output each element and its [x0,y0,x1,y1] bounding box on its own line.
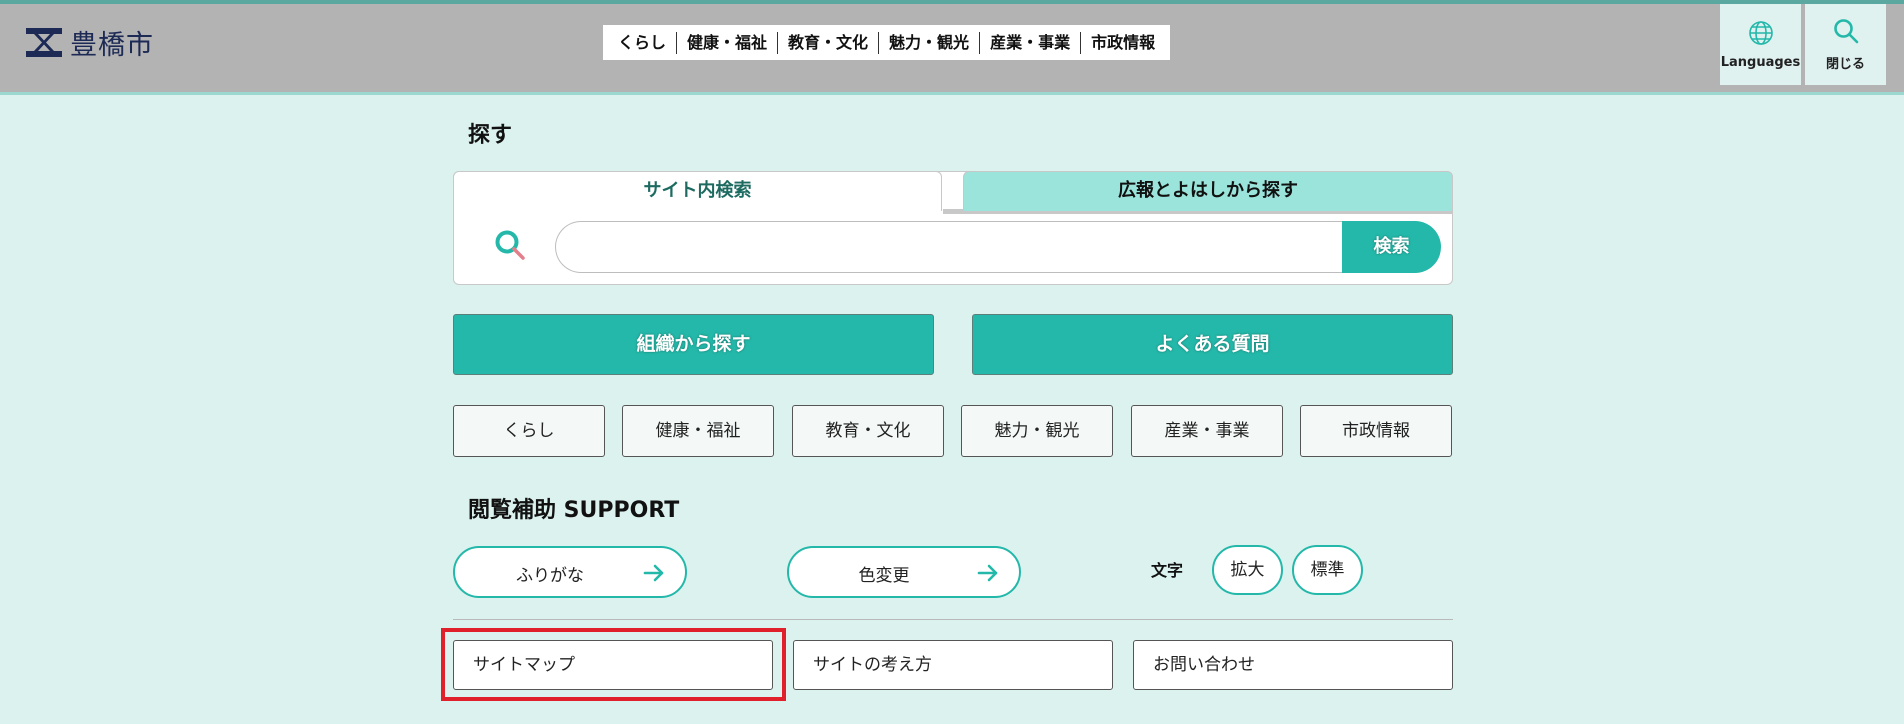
nav-item-kurashi[interactable]: くらし [608,32,676,54]
city-emblem-icon [26,28,62,57]
category-tourism-button[interactable]: 魅力・観光 [961,405,1113,457]
sitemap-highlight-box [441,628,786,701]
nav-item-tourism[interactable]: 魅力・観光 [878,31,979,54]
search-submit-button[interactable]: 検索 [1342,221,1441,273]
category-kurashi-button[interactable]: くらし [453,405,605,457]
text-size-label: 文字 [1151,561,1184,580]
tab-site-search[interactable]: サイト内検索 [453,171,942,211]
nav-item-industry[interactable]: 産業・事業 [979,31,1080,54]
category-city-info-button[interactable]: 市政情報 [1300,405,1452,457]
global-nav: くらし 健康・福祉 教育・文化 魅力・観光 産業・事業 市政情報 [603,25,1171,60]
faq-button[interactable]: よくある質問 [972,314,1453,375]
arrow-right-icon [643,564,664,582]
site-policy-link[interactable]: サイトの考え方 [793,640,1113,690]
site-search-input[interactable] [555,221,1344,273]
org-search-button[interactable]: 組織から探す [453,314,934,375]
category-education-button[interactable]: 教育・文化 [792,405,944,457]
support-section-title: 閲覧補助 SUPPORT [468,498,680,523]
site-header: 豊橋市 くらし 健康・福祉 教育・文化 魅力・観光 産業・事業 市政情報 Lan… [0,0,1904,95]
globe-icon [1748,21,1773,45]
furigana-label: ふりがな [516,566,584,586]
search-section-title: 探す [468,123,513,148]
logo-text: 豊橋市 [70,30,154,61]
nav-item-health[interactable]: 健康・福祉 [676,31,777,54]
languages-label: Languages [1720,55,1801,70]
divider [453,619,1453,620]
nav-item-education[interactable]: 教育・文化 [777,31,878,54]
contact-link[interactable]: お問い合わせ [1133,640,1453,690]
search-tabs: サイト内検索 広報とよはしから探す [453,171,1453,214]
close-search-button[interactable]: 閉じる [1805,4,1886,85]
color-change-button[interactable]: 色変更 [787,546,1021,598]
tab-koho-search[interactable]: 広報とよはしから探す [963,171,1453,211]
category-health-button[interactable]: 健康・福祉 [622,405,774,457]
color-change-label: 色変更 [858,566,910,586]
nav-item-city-info[interactable]: 市政情報 [1080,31,1165,54]
arrow-right-icon [977,564,998,582]
close-label: 閉じる [1825,57,1865,72]
furigana-button[interactable]: ふりがな [453,546,687,598]
search-icon [1833,19,1858,44]
text-enlarge-button[interactable]: 拡大 [1212,545,1283,595]
category-industry-button[interactable]: 産業・事業 [1131,405,1283,457]
text-standard-button[interactable]: 標準 [1292,545,1363,595]
magnifier-icon [495,230,525,260]
languages-button[interactable]: Languages [1720,4,1801,85]
site-logo[interactable]: 豊橋市 [24,23,154,62]
